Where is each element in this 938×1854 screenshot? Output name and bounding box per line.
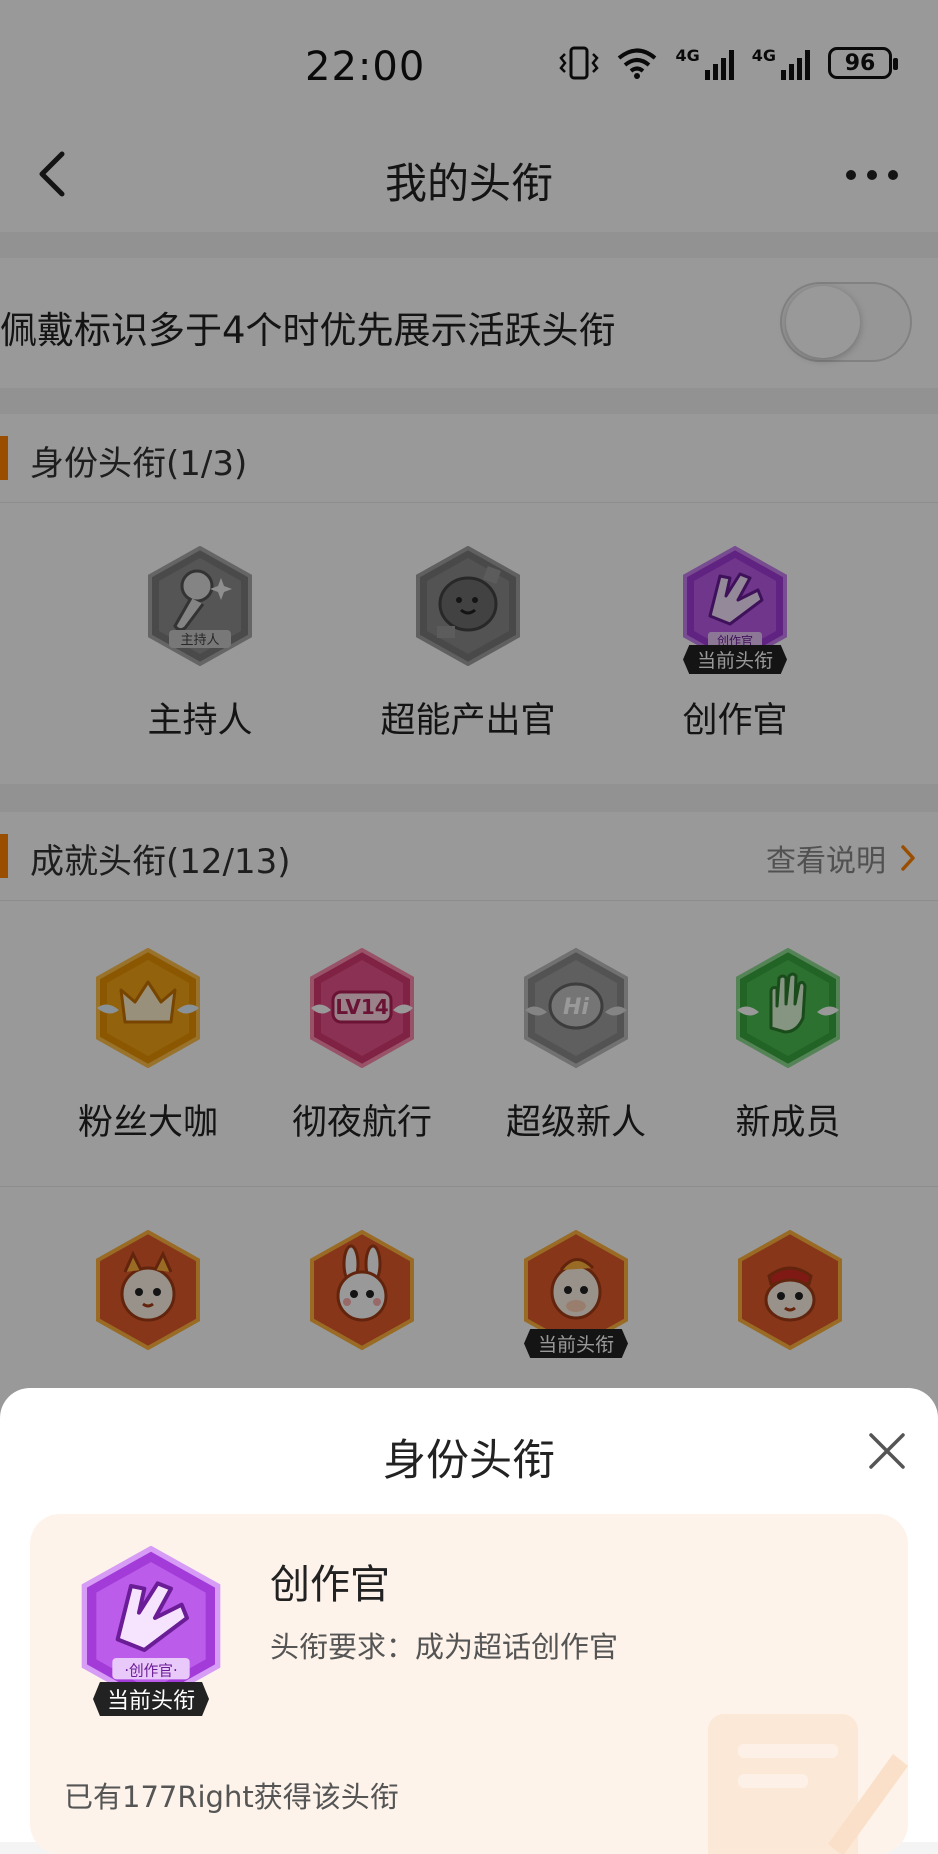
document-pen-icon: [708, 1714, 908, 1854]
title-detail-sheet: 身份头衔 ·创作官· 当前头衔 创作官 头衔要求：成为超话创作官 已有177Ri…: [0, 1388, 938, 1854]
close-icon[interactable]: [868, 1432, 906, 1470]
card-badge-caption: ·创作官·: [124, 1662, 177, 1679]
card-badge: ·创作官· 当前头衔: [76, 1545, 226, 1716]
sheet-title: 身份头衔: [383, 1436, 555, 1486]
card-holder-count: 已有177Right获得该头衔: [64, 1780, 399, 1814]
card-title-requirement: 头衔要求：成为超话创作官: [270, 1630, 619, 1664]
card-title-name: 创作官: [270, 1562, 390, 1608]
title-detail-card: ·创作官· 当前头衔 创作官 头衔要求：成为超话创作官 已有177Right获得…: [30, 1514, 908, 1854]
current-title-tag: 当前头衔: [92, 1682, 210, 1716]
